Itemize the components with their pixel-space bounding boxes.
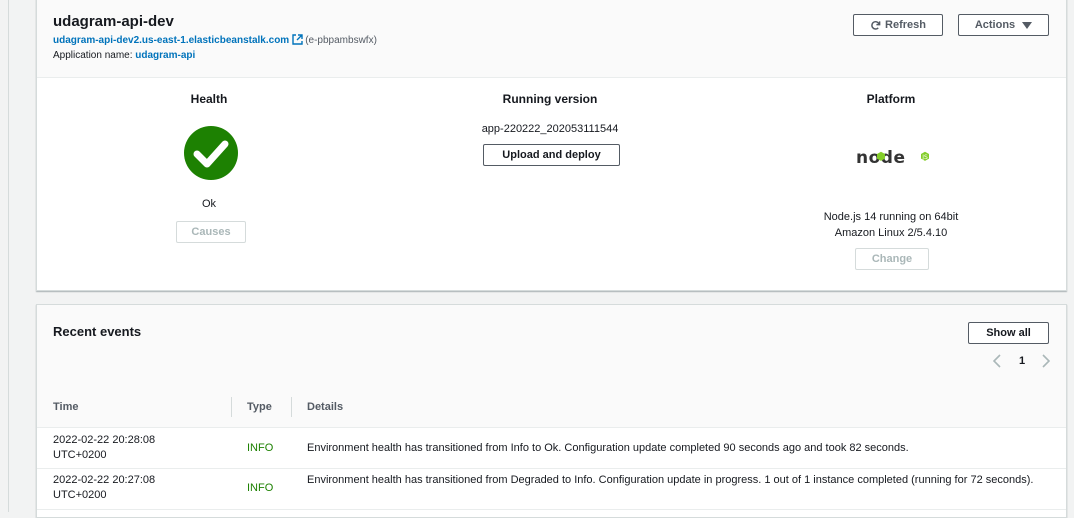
platform-section: Platform node JS Node.js 14 running on 6… [721,77,1061,270]
health-status: Ok [201,198,217,210]
platform-description: Node.js 14 running on 64bit Amazon Linux… [721,209,1061,241]
environment-overview-panel: udagram-api-dev udagram-api-dev2.us-east… [36,0,1067,291]
application-name-link[interactable]: udagram-api [135,50,195,61]
event-time-date: 2022-02-22 20:27:08 [53,474,156,486]
column-header-type[interactable]: Type [247,401,272,413]
event-time-date: 2022-02-22 20:28:08 [53,434,156,446]
application-name-label: Application name: [53,50,133,61]
event-time: 2022-02-22 20:27:08 UTC+0200 [53,473,155,503]
column-divider[interactable] [291,397,292,417]
platform-title: Platform [866,92,916,106]
recent-events-panel: Recent events Show all 1 Time Type Detai… [36,304,1067,518]
current-page-number[interactable]: 1 [1019,355,1025,367]
running-version-label: app-220222_202053111544 [481,123,619,135]
column-header-time[interactable]: Time [53,401,78,413]
show-all-button[interactable]: Show all [968,322,1049,344]
event-details: Environment health has transitioned from… [307,474,1034,486]
actions-label: Actions [974,19,1016,31]
application-name-row: Application name: udagram-api [53,50,195,61]
change-platform-button[interactable]: Change [855,248,929,270]
column-header-details[interactable]: Details [307,401,343,413]
environment-header: udagram-api-dev udagram-api-dev2.us-east… [37,0,1066,78]
health-title: Health [190,92,228,106]
refresh-icon [870,20,881,31]
event-details: Environment health has transitioned from… [307,442,909,454]
event-time: 2022-02-22 20:28:08 UTC+0200 [53,433,155,463]
column-divider[interactable] [231,397,232,417]
health-ok-check-icon [184,126,238,185]
platform-line-1: Node.js 14 running on 64bit [823,211,959,223]
svg-text:JS: JS [921,154,928,161]
platform-line-2: Amazon Linux 2/5.4.10 [834,227,948,239]
running-version-title: Running version [502,92,598,106]
refresh-label: Refresh [885,19,926,31]
event-type: INFO [247,482,274,494]
external-link-icon[interactable] [292,34,303,48]
event-time-zone: UTC+0200 [53,489,107,501]
left-navigation-rail [0,0,9,512]
environment-name: udagram-api-dev [53,13,174,30]
next-page-icon[interactable] [1042,354,1051,371]
health-section: Health Ok Causes [39,77,379,243]
event-type: INFO [247,442,274,454]
environment-id: (e-pbpambswfx) [305,35,377,46]
event-time-zone: UTC+0200 [53,449,107,461]
pagination: 1 [989,353,1055,373]
previous-page-icon[interactable] [992,354,1001,371]
causes-button[interactable]: Causes [176,221,246,243]
table-row: 2022-02-22 20:28:08 UTC+0200 INFO Enviro… [37,428,1066,469]
actions-dropdown-button[interactable]: Actions [958,14,1049,36]
nodejs-logo: node JS [856,148,932,173]
upload-and-deploy-button[interactable]: Upload and deploy [483,144,620,166]
environment-url-link[interactable]: udagram-api-dev2.us-east-1.elasticbeanst… [53,35,289,46]
table-row: 2022-02-22 20:27:08 UTC+0200 INFO Enviro… [37,469,1066,510]
running-version-section: Running version app-220222_202053111544 … [380,77,720,166]
recent-events-header: Recent events Show all 1 [37,305,1066,388]
recent-events-title: Recent events [53,324,142,339]
refresh-button[interactable]: Refresh [853,14,943,36]
environment-url-row: udagram-api-dev2.us-east-1.elasticbeanst… [53,34,377,48]
events-table-header: Time Type Details [37,387,1066,428]
caret-down-icon [1022,21,1033,29]
